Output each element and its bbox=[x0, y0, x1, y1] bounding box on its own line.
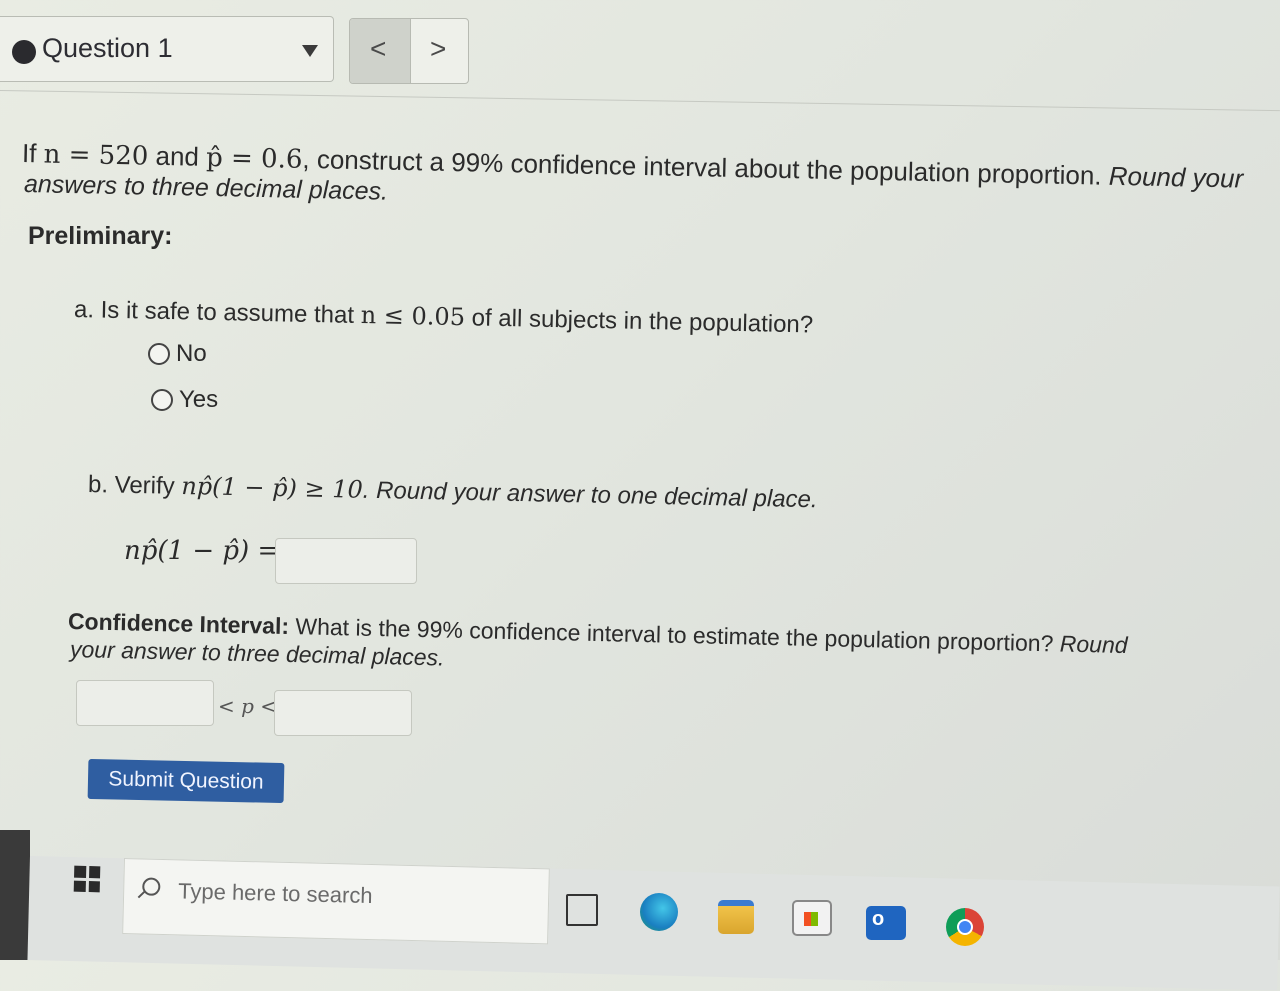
radio-button-no[interactable] bbox=[148, 343, 170, 365]
radio-label-no: No bbox=[176, 340, 207, 367]
radio-option-no[interactable]: No bbox=[148, 340, 207, 368]
preliminary-heading: Preliminary: bbox=[28, 222, 173, 250]
problem-rest: , construct a 99% confidence interval ab… bbox=[302, 143, 1110, 191]
outlook-icon[interactable] bbox=[866, 906, 906, 940]
previous-question-button[interactable]: < bbox=[350, 19, 411, 83]
part-a-prompt: a. Is it safe to assume that n ≤ 0.05 of… bbox=[74, 295, 814, 339]
part-b-equation-label: np̂(1 − p̂) = bbox=[124, 536, 280, 566]
ci-upper-input[interactable] bbox=[274, 690, 412, 736]
problem-round-note: answers to three decimal places. bbox=[23, 170, 389, 206]
problem-and: and bbox=[148, 140, 207, 172]
chevron-left-icon: < bbox=[370, 33, 387, 64]
problem-prefix: If bbox=[21, 138, 44, 169]
part-a-start: a. Is it safe to assume that bbox=[73, 296, 362, 330]
ci-lower-input[interactable] bbox=[76, 680, 214, 726]
problem-n: n = 520 bbox=[43, 139, 149, 172]
ci-inequality: < p < bbox=[218, 694, 278, 718]
submit-question-button[interactable]: Submit Question bbox=[87, 758, 285, 804]
part-b-math: np̂(1 − p̂) ≥ 10 bbox=[181, 471, 364, 504]
taskbar-search[interactable]: Type here to search bbox=[122, 858, 550, 945]
question-status-dot bbox=[12, 40, 36, 64]
search-icon bbox=[142, 877, 161, 896]
edge-browser-icon[interactable] bbox=[640, 893, 678, 931]
taskbar-search-placeholder: Type here to search bbox=[177, 878, 373, 909]
part-a-math: n ≤ 0.05 bbox=[360, 301, 466, 332]
ci-heading: Confidence Interval: bbox=[67, 608, 290, 640]
part-b-start: b. Verify bbox=[87, 471, 182, 500]
chevron-right-icon: > bbox=[430, 33, 447, 64]
radio-option-yes[interactable]: Yes bbox=[151, 386, 218, 414]
question-selector-label: Question 1 bbox=[42, 33, 173, 63]
part-b-answer-input[interactable] bbox=[275, 538, 417, 584]
part-b-end: . Round your answer to one decimal place… bbox=[362, 476, 818, 514]
ci-round-a: Round bbox=[1059, 630, 1128, 659]
problem-round-a: Round your bbox=[1108, 160, 1244, 194]
question-nav: < > bbox=[349, 18, 469, 84]
task-view-icon[interactable] bbox=[566, 894, 598, 926]
part-b-prompt: b. Verify np̂(1 − p̂) ≥ 10. Round your a… bbox=[88, 470, 818, 514]
radio-button-yes[interactable] bbox=[151, 389, 173, 411]
next-question-button[interactable]: > bbox=[410, 19, 468, 83]
chrome-icon[interactable] bbox=[946, 908, 984, 946]
chevron-down-icon bbox=[302, 45, 318, 57]
microsoft-store-icon[interactable] bbox=[792, 900, 832, 936]
header-divider bbox=[0, 90, 1280, 112]
monitor-bezel bbox=[0, 830, 30, 960]
question-selector[interactable]: Question 1 bbox=[0, 16, 334, 82]
problem-p: p̂ = 0.6 bbox=[205, 142, 303, 175]
file-explorer-icon[interactable] bbox=[718, 900, 754, 934]
radio-label-yes: Yes bbox=[179, 386, 219, 413]
windows-start-icon[interactable] bbox=[73, 865, 101, 893]
part-a-end: of all subjects in the population? bbox=[464, 304, 814, 339]
